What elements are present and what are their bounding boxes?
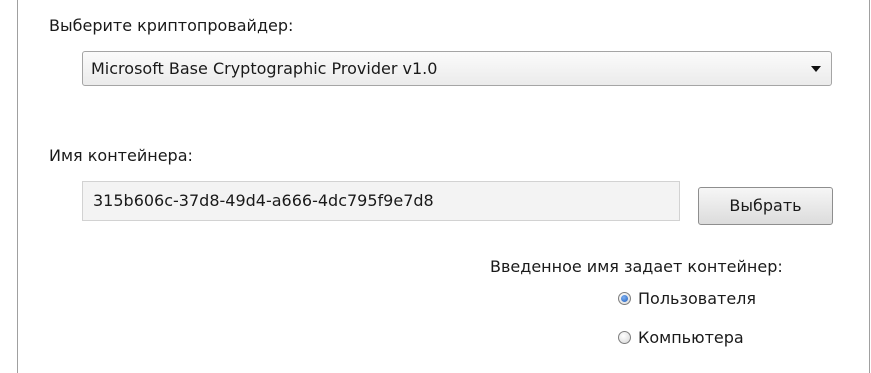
chevron-down-icon[interactable] (811, 66, 821, 72)
owner-option-user-label: Пользователя (638, 289, 757, 308)
owner-option-computer-label: Компьютера (638, 328, 744, 347)
container-name-value: 315b606c-37d8-49d4-a666-4dc795f9e7d8 (93, 191, 434, 210)
provider-dropdown[interactable]: Microsoft Base Cryptographic Provider v1… (82, 51, 832, 86)
radio-unselected-icon[interactable] (618, 331, 631, 344)
owner-label: Введенное имя задает контейнер: (490, 257, 783, 276)
radio-selected-icon[interactable] (618, 292, 631, 305)
container-name-field[interactable]: 315b606c-37d8-49d4-a666-4dc795f9e7d8 (82, 181, 680, 221)
provider-selected-value: Microsoft Base Cryptographic Provider v1… (91, 59, 438, 78)
choose-container-button[interactable]: Выбрать (698, 187, 833, 225)
provider-label: Выберите криптопровайдер: (49, 16, 294, 35)
container-name-label: Имя контейнера: (49, 146, 193, 165)
container-settings-panel: Выберите криптопровайдер: Microsoft Base… (17, 0, 870, 373)
